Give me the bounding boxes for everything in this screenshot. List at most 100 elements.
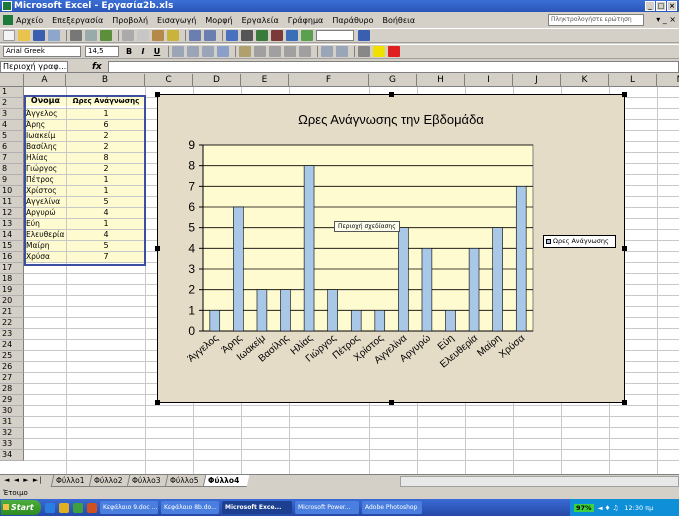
bold-button[interactable]: B	[123, 46, 135, 57]
row-header[interactable]: 10	[0, 186, 24, 197]
name-cell[interactable]: Άγγελος	[25, 109, 66, 119]
header-hours-cell[interactable]: Ωρες Ανάγνωσης	[67, 96, 145, 106]
row-header[interactable]: 19	[0, 285, 24, 296]
row-header[interactable]: 13	[0, 219, 24, 230]
menu-view[interactable]: Προβολή	[112, 16, 148, 25]
menu-help[interactable]: Βοήθεια	[382, 16, 415, 25]
align-center-icon[interactable]	[187, 46, 199, 57]
menu-insert[interactable]: Εισαγωγή	[157, 16, 196, 25]
redo-icon[interactable]	[204, 30, 216, 41]
help-icon[interactable]	[358, 30, 370, 41]
plot-area[interactable]	[202, 144, 534, 332]
hours-cell[interactable]: 5	[67, 197, 145, 207]
column-header[interactable]: C	[145, 74, 193, 87]
hyperlink-icon[interactable]	[226, 30, 238, 41]
worksheet-grid[interactable]: ABCDEFGHIJKLMN 1234567891011121314151617…	[0, 74, 679, 474]
taskbar-window-button[interactable]: Κεφάλαιο 9.doc ...	[100, 501, 158, 514]
column-header[interactable]: A	[24, 74, 66, 87]
sort-descending-icon[interactable]	[271, 30, 283, 41]
row-header[interactable]: 18	[0, 274, 24, 285]
horizontal-scrollbar[interactable]	[400, 476, 679, 487]
menu-file[interactable]: Αρχείο	[16, 16, 43, 25]
column-header[interactable]: D	[193, 74, 241, 87]
hours-cell[interactable]: 4	[67, 208, 145, 218]
row-header[interactable]: 6	[0, 142, 24, 153]
bar[interactable]	[233, 206, 244, 332]
name-cell[interactable]: Βασίλης	[25, 142, 66, 152]
column-header[interactable]: G	[369, 74, 417, 87]
quick-launch-desktop-icon[interactable]	[73, 502, 83, 513]
name-box[interactable]: Περιοχή γραφ...	[0, 61, 68, 73]
bar[interactable]	[280, 289, 291, 332]
bar[interactable]	[398, 227, 409, 332]
taskbar-window-button[interactable]: Microsoft Power...	[295, 501, 359, 514]
new-icon[interactable]	[3, 30, 15, 41]
workbook-window-controls[interactable]: ▾ _ ×	[656, 15, 676, 24]
chart-legend[interactable]: Ωρες Ανάγνωσης	[543, 235, 616, 248]
borders-icon[interactable]	[358, 46, 370, 57]
name-cell[interactable]: Ελευθερία	[25, 230, 66, 240]
name-cell[interactable]: Γιώργος	[25, 164, 66, 174]
spelling-icon[interactable]	[100, 30, 112, 41]
select-all-corner[interactable]	[0, 74, 24, 87]
column-header[interactable]: F	[289, 74, 369, 87]
hours-cell[interactable]: 8	[67, 153, 145, 163]
bar[interactable]	[327, 289, 338, 332]
bar[interactable]	[209, 310, 221, 332]
chart-wizard-icon[interactable]	[286, 30, 298, 41]
row-header[interactable]: 16	[0, 252, 24, 263]
column-header[interactable]: M	[657, 74, 679, 87]
format-painter-icon[interactable]	[167, 30, 179, 41]
row-header[interactable]: 22	[0, 318, 24, 329]
hours-cell[interactable]: 2	[67, 131, 145, 141]
row-header[interactable]: 26	[0, 362, 24, 373]
hours-cell[interactable]: 5	[67, 241, 145, 251]
hours-cell[interactable]: 7	[67, 252, 145, 262]
font-color-icon[interactable]	[388, 46, 400, 57]
bar[interactable]	[515, 186, 527, 332]
minimize-icon[interactable]: _	[645, 1, 655, 11]
function-icon[interactable]: fx	[92, 61, 102, 73]
font-size-combo[interactable]: 14,5	[85, 46, 119, 57]
quick-launch-outlook-icon[interactable]	[59, 502, 69, 513]
hours-cell[interactable]: 2	[67, 164, 145, 174]
menu-edit[interactable]: Επεξεργασία	[52, 16, 103, 25]
underline-button[interactable]: U	[151, 46, 163, 57]
hours-cell[interactable]: 1	[67, 175, 145, 185]
column-header[interactable]: I	[465, 74, 513, 87]
name-cell[interactable]: Άρης	[25, 120, 66, 130]
hours-cell[interactable]: 1	[67, 219, 145, 229]
row-header[interactable]: 1	[0, 87, 24, 98]
hours-cell[interactable]: 6	[67, 120, 145, 130]
copy-icon[interactable]	[137, 30, 149, 41]
column-header[interactable]: L	[609, 74, 657, 87]
row-header[interactable]: 27	[0, 373, 24, 384]
name-cell[interactable]: Μαίρη	[25, 241, 66, 251]
name-cell[interactable]: Ηλίας	[25, 153, 66, 163]
paste-icon[interactable]	[152, 30, 164, 41]
name-cell[interactable]: Πέτρος	[25, 175, 66, 185]
autosum-icon[interactable]	[241, 30, 253, 41]
sheet-tab[interactable]: Φύλλο2	[88, 475, 132, 487]
workbook-icon[interactable]	[3, 15, 13, 25]
decrease-indent-icon[interactable]	[321, 46, 333, 57]
row-header[interactable]: 29	[0, 395, 24, 406]
cut-icon[interactable]	[122, 30, 134, 41]
save-icon[interactable]	[33, 30, 45, 41]
menu-chart[interactable]: Γράφημα	[288, 16, 324, 25]
sheet-tab[interactable]: Φύλλο5	[164, 475, 208, 487]
row-header[interactable]: 9	[0, 175, 24, 186]
row-header[interactable]: 31	[0, 417, 24, 428]
name-cell[interactable]: Χρίστος	[25, 186, 66, 196]
sheet-tab[interactable]: Φύλλο4	[202, 475, 250, 487]
currency-icon[interactable]	[239, 46, 251, 57]
row-header[interactable]: 28	[0, 384, 24, 395]
percent-icon[interactable]	[254, 46, 266, 57]
row-header[interactable]: 2	[0, 98, 24, 109]
row-header[interactable]: 33	[0, 439, 24, 450]
row-header[interactable]: 5	[0, 131, 24, 142]
row-header[interactable]: 30	[0, 406, 24, 417]
bar[interactable]	[445, 310, 456, 332]
bar[interactable]	[374, 310, 386, 332]
name-cell[interactable]: Αργυρώ	[25, 208, 66, 218]
